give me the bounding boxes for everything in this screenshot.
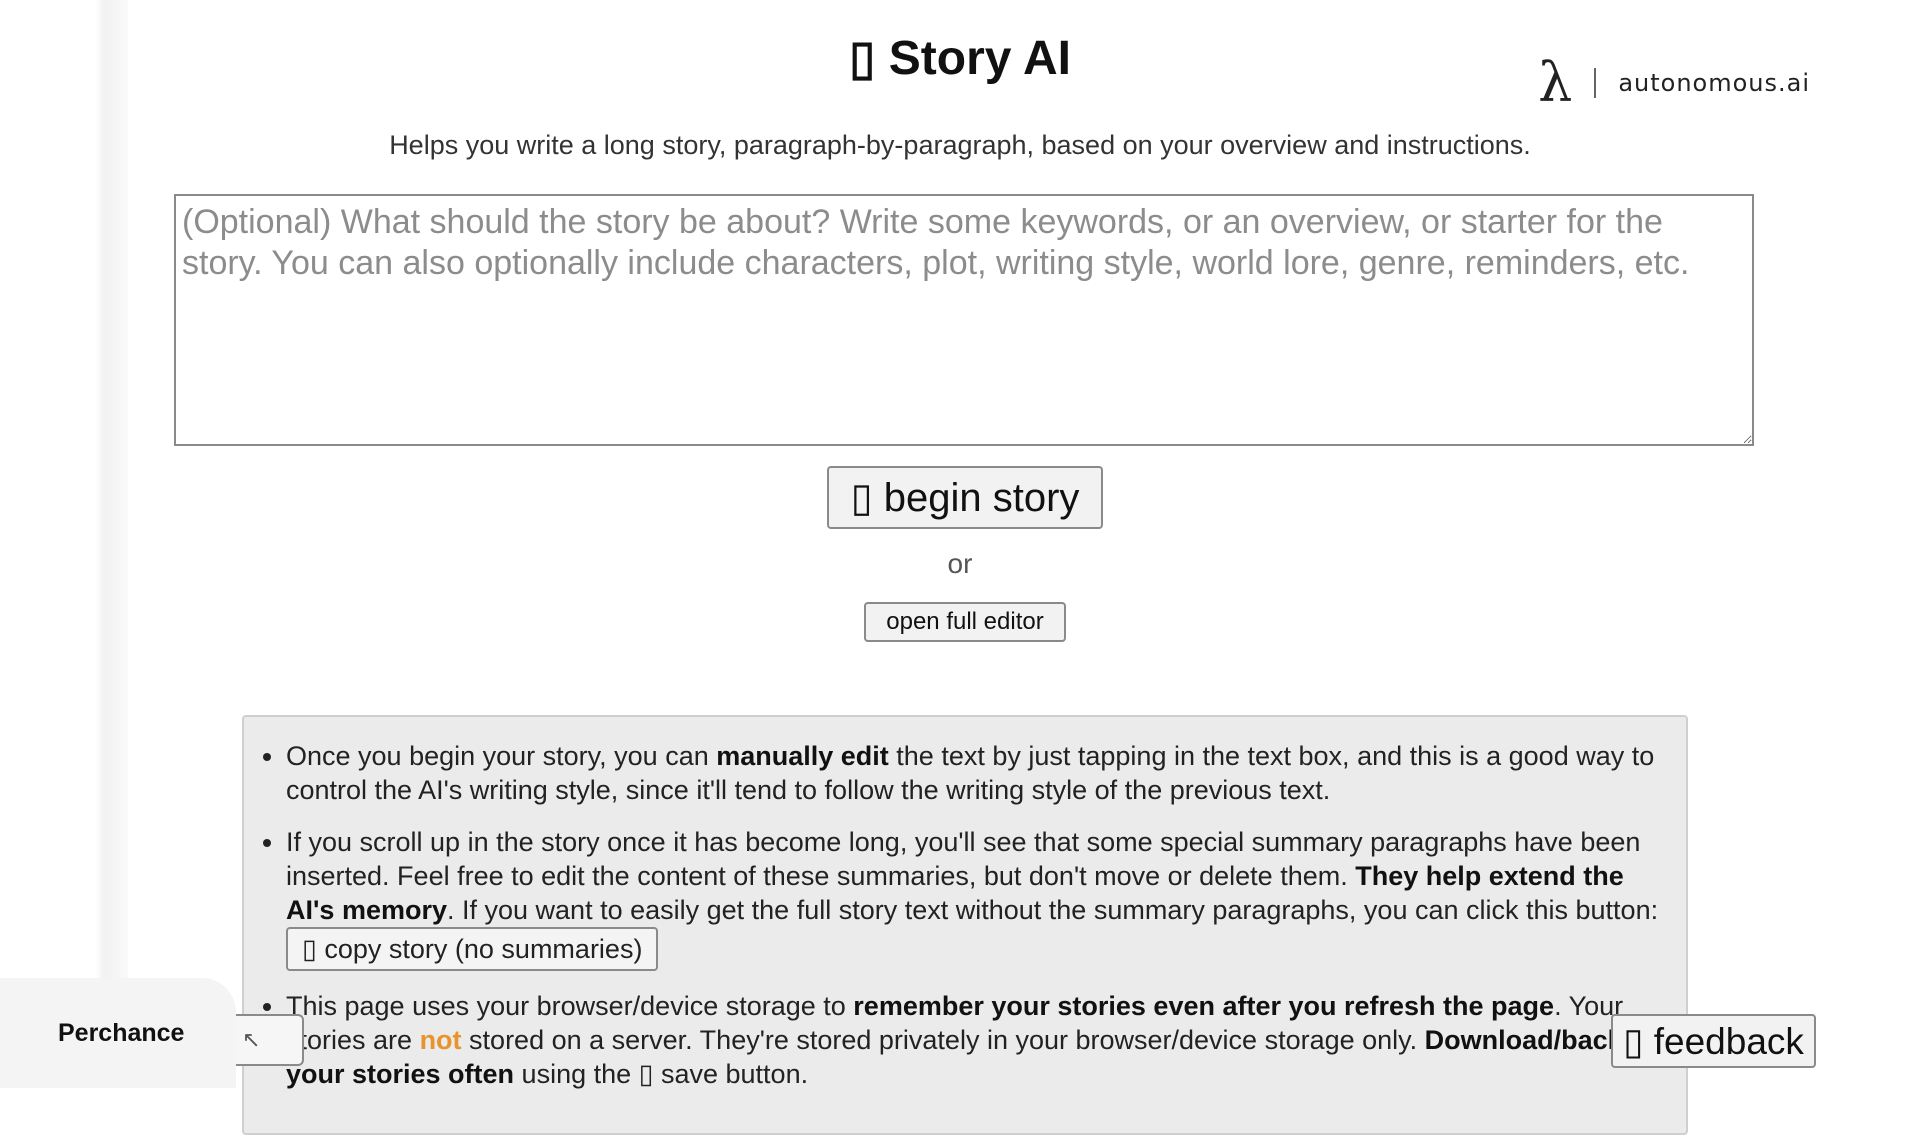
brand-logo: λ autonomous.ai	[1538, 56, 1810, 110]
story-overview-input[interactable]	[174, 194, 1754, 446]
perchance-badge[interactable]: Perchance	[0, 978, 236, 1088]
info-item-manual-edit: Once you begin your story, you can manua…	[286, 739, 1666, 807]
perchance-label: Perchance	[58, 1018, 185, 1047]
begin-story-button[interactable]: ▯ begin story	[827, 466, 1103, 529]
lambda-icon: λ	[1538, 51, 1573, 114]
info-list: Once you begin your story, you can manua…	[244, 717, 1686, 1091]
feedback-button[interactable]: ▯ feedback	[1611, 1014, 1816, 1068]
brand-divider	[1594, 68, 1597, 98]
collapse-arrow-icon[interactable]: ↖	[236, 1014, 304, 1066]
brand-name: autonomous.ai	[1618, 69, 1810, 97]
info-item-storage: This page uses your browser/device stora…	[286, 989, 1666, 1091]
or-separator: or	[947, 548, 973, 579]
page-subtitle: Helps you write a long story, paragraph-…	[389, 130, 1531, 160]
left-shadow	[0, 0, 128, 1080]
copy-story-no-summaries-button[interactable]: ▯ copy story (no summaries)	[286, 927, 659, 971]
info-item-summaries: If you scroll up in the story once it ha…	[286, 825, 1666, 971]
info-panel: Once you begin your story, you can manua…	[242, 715, 1688, 1135]
open-full-editor-button[interactable]: open full editor	[864, 602, 1066, 642]
not-highlight: not	[419, 1025, 462, 1055]
